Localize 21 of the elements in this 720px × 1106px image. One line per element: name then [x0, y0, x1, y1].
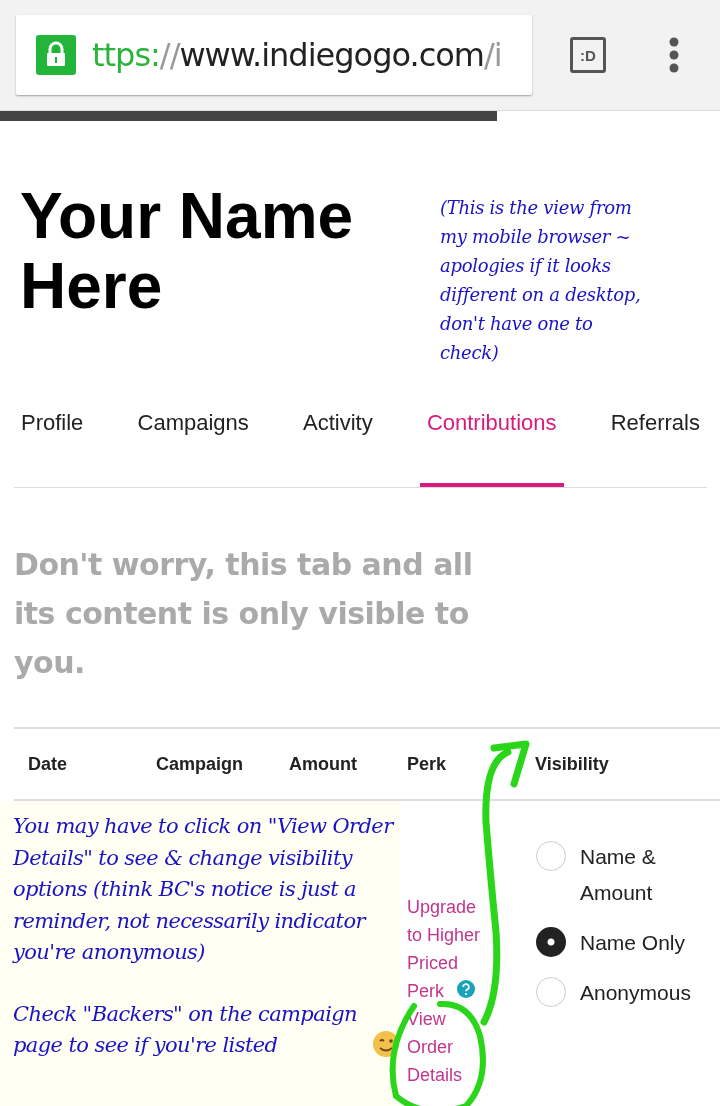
profile-tab[interactable]: Campaigns	[130, 410, 256, 487]
perk-link[interactable]: Upgrade to Higher Priced Perk	[407, 893, 493, 1005]
profile-name: Your Name Here	[20, 181, 355, 324]
profile-tab[interactable]: Profile	[14, 410, 91, 487]
column-header: Campaign	[156, 753, 244, 775]
privacy-notice: Don't worry, this tab and all its content is only visible to you.	[14, 546, 474, 682]
option-label: Name Only	[580, 930, 687, 956]
annotation-note: Check "Backers" on the campaign page to see if you're listed	[13, 1000, 358, 1059]
profile-tab[interactable]: Contributions	[419, 410, 564, 487]
address-bar[interactable]: ttps://www.indiegogo.com/i	[16, 15, 532, 95]
profile-tab[interactable]: Activity	[296, 410, 380, 487]
option-label: Anonymous	[580, 980, 692, 1006]
annotation-note: (This is the view from my mobile browser ~ apologies if it looks different on a desktop, don't have one to check)	[440, 196, 642, 361]
annotation-note: You may have to click on "View Order Details" to see & change visibility options (think BC's notice is just a reminder, not necessarily indicator you're anonymous)	[13, 813, 393, 966]
column-header: Perk	[407, 753, 448, 775]
option-label: Name & Amount	[580, 844, 657, 906]
tab-switcher-button[interactable]: :D	[570, 37, 606, 73]
column-header: Visibility	[535, 753, 609, 775]
profile-tab[interactable]: Referrals	[603, 410, 707, 487]
column-header: Date	[28, 753, 68, 775]
column-header: Amount	[289, 753, 358, 775]
